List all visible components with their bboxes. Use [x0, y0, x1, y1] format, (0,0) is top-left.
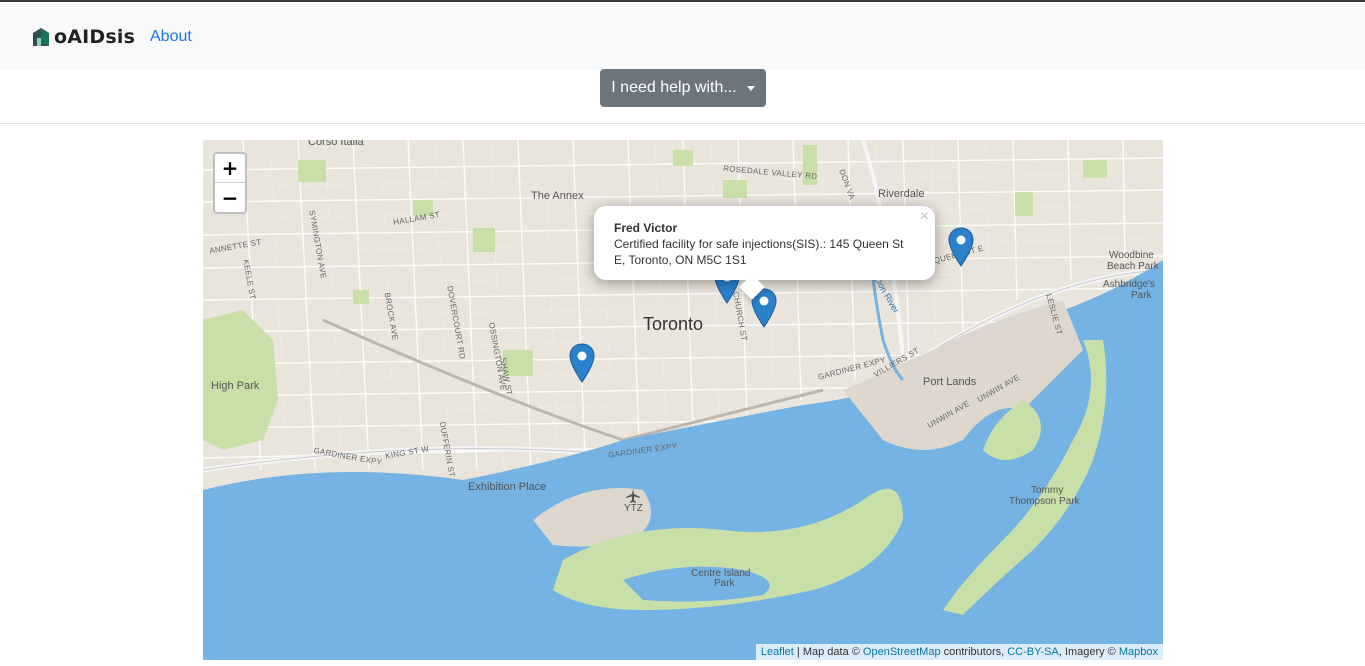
- help-dropdown-button[interactable]: I need help with...: [600, 69, 766, 107]
- attribution-osm-link[interactable]: OpenStreetMap: [863, 646, 941, 658]
- label-corso-italia: Corso Italia: [308, 140, 364, 148]
- label-woodbine: Woodbine: [1109, 250, 1154, 261]
- label-ytz: YTZ: [624, 503, 643, 514]
- label-ashbridges-park: Park: [1131, 290, 1152, 301]
- label-thompson-park: Thompson Park: [1009, 496, 1080, 507]
- airport-icon: [626, 489, 640, 503]
- map[interactable]: Corso Italia ROSEDALE VALLEY RD DON VA R…: [203, 140, 1163, 660]
- caret-down-icon: [746, 86, 755, 91]
- label-beach-park: Beach Park: [1107, 261, 1159, 272]
- map-marker[interactable]: [569, 343, 595, 383]
- label-centre-island-park: Park: [714, 578, 735, 589]
- help-dropdown-label: I need help with...: [611, 79, 737, 96]
- label-port-lands: Port Lands: [923, 376, 977, 388]
- attribution-license-link[interactable]: CC-BY-SA: [1007, 646, 1059, 658]
- label-the-annex: The Annex: [531, 190, 584, 202]
- brand-name: oAIDsis: [54, 26, 136, 48]
- house-icon: [33, 28, 49, 46]
- zoom-control: + −: [213, 152, 247, 214]
- attribution-text: , Imagery ©: [1058, 646, 1119, 658]
- zoom-out-button[interactable]: −: [215, 183, 245, 212]
- header-divider: [0, 123, 1365, 124]
- attribution-text: | Map data ©: [793, 646, 863, 658]
- nav-about-link[interactable]: About: [150, 28, 192, 46]
- popup-title: Fred Victor: [614, 221, 678, 235]
- popup-close-button[interactable]: ×: [920, 209, 929, 225]
- attribution-mapbox-link[interactable]: Mapbox: [1119, 646, 1158, 658]
- popup-body: Certified facility for safe injections(S…: [614, 237, 904, 267]
- label-riverdale: Riverdale: [878, 188, 925, 200]
- brand[interactable]: oAIDsis: [32, 26, 135, 48]
- attribution-text: contributors,: [940, 646, 1008, 658]
- attribution-leaflet-link[interactable]: Leaflet: [761, 646, 794, 658]
- label-ashbridges: Ashbridge's: [1103, 279, 1155, 290]
- label-tommy: Tommy: [1031, 485, 1064, 496]
- zoom-in-button[interactable]: +: [215, 154, 245, 183]
- label-high-park: High Park: [211, 380, 260, 392]
- navbar: oAIDsis About: [0, 2, 1365, 70]
- marker-popup: × Fred Victor Certified facility for saf…: [594, 206, 935, 300]
- label-exhibition-place: Exhibition Place: [468, 481, 547, 493]
- map-attribution: Leaflet | Map data © OpenStreetMap contr…: [755, 644, 1163, 660]
- map-marker[interactable]: [948, 227, 974, 267]
- label-toronto: Toronto: [643, 314, 704, 334]
